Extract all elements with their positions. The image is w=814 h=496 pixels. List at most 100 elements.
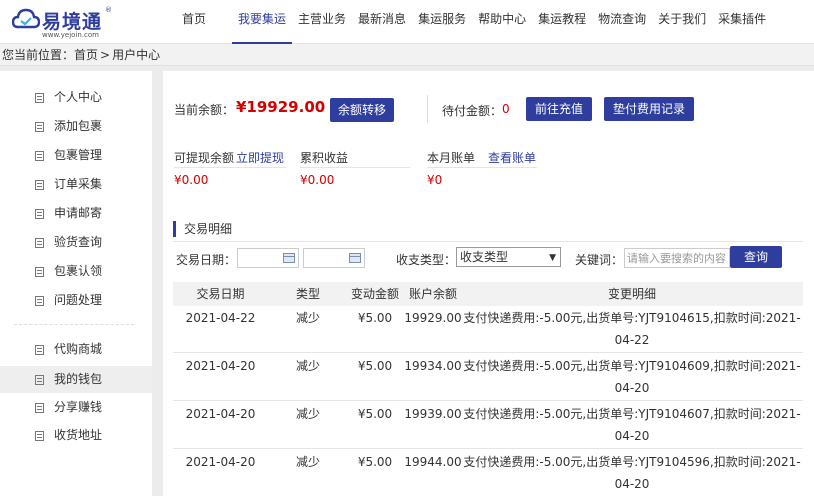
header-divider bbox=[427, 95, 428, 123]
sidebar-item-inspection-query[interactable]: 验货查询 bbox=[0, 229, 152, 256]
date-filter-label: 交易日期： bbox=[176, 253, 237, 267]
cell-date: 2021-04-20 bbox=[185, 359, 256, 373]
monthly-bill-value: ¥0 bbox=[427, 173, 443, 187]
balance-transfer-button[interactable]: 余额转移 bbox=[330, 98, 394, 122]
earnings-label: 累积收益 bbox=[300, 151, 349, 165]
list-icon bbox=[35, 151, 44, 161]
table-row: 2021-04-22 减少 ¥5.00 19929.00 支付快递费用:-5.0… bbox=[173, 306, 803, 353]
chevron-down-icon: ▼ bbox=[549, 253, 556, 263]
site-logo[interactable]: 易境通 ® www.yejoin.com bbox=[10, 4, 112, 40]
list-icon bbox=[35, 209, 44, 219]
column-header-date: 交易日期 bbox=[196, 287, 245, 301]
pending-value: 0 bbox=[502, 102, 510, 116]
start-date-input[interactable] bbox=[237, 248, 299, 268]
cell-balance: 19944.00 bbox=[404, 455, 462, 469]
withdrawable-label: 可提现余额 bbox=[174, 151, 235, 165]
sidebar-item-label: 我的钱包 bbox=[54, 372, 103, 386]
nav-consolidation[interactable]: 我要集运 bbox=[232, 0, 293, 44]
cell-balance: 19939.00 bbox=[404, 407, 462, 421]
sidebar-item-add-package[interactable]: 添加包裹 bbox=[0, 113, 152, 140]
sidebar-item-label: 收货地址 bbox=[54, 428, 103, 442]
list-icon bbox=[35, 267, 44, 277]
sidebar-item-package-claim[interactable]: 包裹认领 bbox=[0, 258, 152, 285]
stat-underline bbox=[300, 167, 410, 168]
balance-value: ¥19929.00 bbox=[236, 98, 326, 116]
transactions-title: 交易明细 bbox=[173, 221, 232, 237]
sidebar-item-request-mailing[interactable]: 申请邮寄 bbox=[0, 200, 152, 227]
sidebar-item-label: 申请邮寄 bbox=[54, 206, 103, 220]
cell-type: 减少 bbox=[295, 311, 320, 325]
calendar-icon[interactable] bbox=[283, 253, 295, 263]
list-icon bbox=[35, 296, 44, 306]
view-bill-link[interactable]: 查看账单 bbox=[488, 149, 536, 166]
wallet-panel: 当前余额： ¥19929.00 余额转移 待付金额： 0 前往充值 垫付费用记录… bbox=[163, 71, 814, 496]
cell-type: 减少 bbox=[295, 455, 320, 469]
calendar-icon[interactable] bbox=[349, 253, 361, 263]
nav-main-business[interactable]: 主营业务 bbox=[292, 0, 352, 44]
recharge-button[interactable]: 前往充值 bbox=[526, 97, 592, 121]
list-icon bbox=[35, 403, 44, 413]
sidebar-item-my-wallet[interactable]: 我的钱包 bbox=[0, 366, 152, 393]
table-header: 交易日期 类型 变动金额 账户余额 变更明细 bbox=[173, 282, 803, 306]
nav-about-us[interactable]: 关于我们 bbox=[652, 0, 712, 44]
cell-date: 2021-04-20 bbox=[185, 455, 256, 469]
withdrawable-value: ¥0.00 bbox=[174, 173, 209, 187]
list-icon bbox=[35, 238, 44, 248]
nav-home[interactable]: 首页 bbox=[176, 0, 212, 44]
sidebar-item-label: 分享赚钱 bbox=[54, 400, 103, 414]
table-row: 2021-04-20 减少 ¥5.00 19939.00 支付快递费用:-5.0… bbox=[173, 402, 803, 449]
cell-detail: 支付快递费用:-5.00元,出货单号:YJT9104607,扣款时间:2021-… bbox=[463, 407, 801, 443]
sidebar-item-purchase-mall[interactable]: 代购商城 bbox=[0, 336, 152, 363]
nav-help-center[interactable]: 帮助中心 bbox=[472, 0, 532, 44]
withdraw-link[interactable]: 立即提现 bbox=[236, 149, 284, 166]
list-icon bbox=[35, 431, 44, 441]
logo-url: www.yejoin.com bbox=[42, 31, 99, 39]
query-button[interactable]: 查询 bbox=[730, 246, 782, 268]
top-header: 易境通 ® www.yejoin.com 首页 我要集运 主营业务 最新消息 集… bbox=[0, 0, 814, 44]
sidebar-item-label: 包裹管理 bbox=[54, 148, 103, 162]
breadcrumb-prefix: 您当前位置： bbox=[2, 48, 75, 62]
sidebar-item-package-management[interactable]: 包裹管理 bbox=[0, 142, 152, 169]
table-row: 2021-04-20 减少 ¥5.00 19934.00 支付快递费用:-5.0… bbox=[173, 354, 803, 401]
earnings-value: ¥0.00 bbox=[300, 173, 335, 187]
cell-balance: 19934.00 bbox=[404, 359, 462, 373]
sidebar-item-label: 添加包裹 bbox=[54, 119, 103, 133]
registered-mark: ® bbox=[105, 6, 112, 14]
sidebar-item-label: 问题处理 bbox=[54, 293, 103, 307]
column-header-type: 类型 bbox=[295, 287, 320, 301]
breadcrumb-home-link[interactable]: 首页 bbox=[74, 48, 98, 62]
keyword-label: 关键词： bbox=[575, 253, 624, 267]
nav-tutorial[interactable]: 集运教程 bbox=[532, 0, 592, 44]
nav-consolidation-service[interactable]: 集运服务 bbox=[412, 0, 472, 44]
advance-fee-record-button[interactable]: 垫付费用记录 bbox=[604, 97, 694, 121]
balance-label: 当前余额： bbox=[174, 103, 235, 117]
user-sidebar: 个人中心 添加包裹 包裹管理 订单采集 申请邮寄 验货查询 包裹认领 问题处理 … bbox=[0, 71, 152, 496]
sidebar-item-personal-center[interactable]: 个人中心 bbox=[0, 84, 152, 111]
type-select-value: 收支类型 bbox=[460, 250, 509, 264]
type-select[interactable]: 收支类型 ▼ bbox=[456, 247, 561, 267]
table-row: 2021-04-20 减少 ¥5.00 19944.00 支付快递费用:-5.0… bbox=[173, 450, 803, 496]
keyword-input[interactable] bbox=[624, 248, 730, 268]
list-icon bbox=[35, 345, 44, 355]
cell-detail: 支付快递费用:-5.00元,出货单号:YJT9104615,扣款时间:2021-… bbox=[463, 311, 801, 347]
sidebar-item-order-collection[interactable]: 订单采集 bbox=[0, 171, 152, 198]
sidebar-item-shipping-address[interactable]: 收货地址 bbox=[0, 422, 152, 449]
nav-latest-news[interactable]: 最新消息 bbox=[352, 0, 412, 44]
section-divider bbox=[173, 241, 803, 242]
list-icon bbox=[35, 93, 44, 103]
list-icon bbox=[35, 375, 44, 385]
nav-tracking[interactable]: 物流查询 bbox=[592, 0, 652, 44]
sidebar-item-issue-handling[interactable]: 问题处理 bbox=[0, 287, 152, 314]
cloud-logo-icon bbox=[12, 8, 40, 29]
sidebar-item-label: 订单采集 bbox=[54, 177, 103, 191]
sidebar-item-label: 验货查询 bbox=[54, 235, 103, 249]
sidebar-item-label: 代购商城 bbox=[54, 342, 103, 356]
nav-collect-plugin[interactable]: 采集插件 bbox=[712, 0, 772, 44]
cell-date: 2021-04-22 bbox=[185, 311, 256, 325]
end-date-input[interactable] bbox=[303, 248, 365, 268]
column-header-detail: 变更明细 bbox=[607, 287, 656, 301]
list-icon bbox=[35, 122, 44, 132]
cell-detail: 支付快递费用:-5.00元,出货单号:YJT9104609,扣款时间:2021-… bbox=[463, 359, 801, 395]
sidebar-item-share-earn[interactable]: 分享赚钱 bbox=[0, 394, 152, 421]
main-nav: 首页 我要集运 主营业务 最新消息 集运服务 帮助中心 集运教程 物流查询 关于… bbox=[176, 0, 772, 44]
